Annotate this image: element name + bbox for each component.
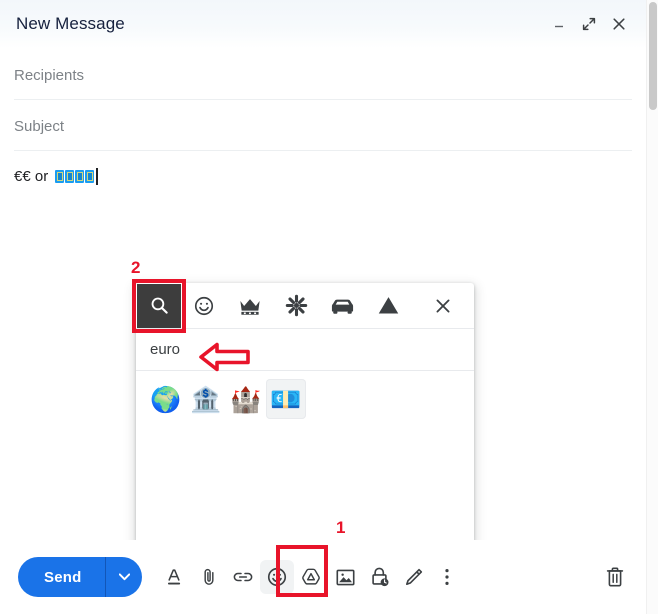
selected-glyph-block	[75, 169, 85, 183]
confidential-mode-icon[interactable]	[362, 560, 396, 594]
emoji-tab-objects[interactable]	[365, 283, 411, 329]
selected-glyph-block	[85, 169, 95, 183]
compose-bottom-toolbar: Send	[0, 540, 646, 614]
subject-divider	[14, 150, 632, 151]
selected-emoji-glyphs	[55, 169, 95, 183]
send-button-group[interactable]: Send	[18, 557, 143, 597]
emoji-result-castle[interactable]: 🏰	[226, 379, 266, 419]
emoji-result-bank[interactable]: 🏦	[186, 379, 226, 419]
text-cursor	[96, 167, 98, 185]
subject-placeholder: Subject	[14, 117, 65, 135]
recipients-field[interactable]: Recipients	[0, 58, 646, 92]
emoji-results-grid: 🌍 🏦 🏰 💶	[136, 371, 474, 541]
delete-draft-icon[interactable]	[598, 560, 632, 594]
close-button[interactable]	[606, 11, 632, 37]
insert-photo-icon[interactable]	[328, 560, 362, 594]
message-body[interactable]: €€ or	[14, 162, 614, 190]
emoji-tab-smileys[interactable]	[181, 283, 227, 329]
recipients-placeholder: Recipients	[14, 66, 85, 84]
insert-signature-icon[interactable]	[396, 560, 430, 594]
send-options-dropdown[interactable]	[106, 557, 142, 597]
selected-glyph-block	[65, 169, 75, 183]
scrollbar-thumb[interactable]	[649, 2, 657, 110]
insert-emoji-icon[interactable]	[260, 560, 295, 594]
attach-file-icon[interactable]	[192, 560, 226, 594]
body-text: €€ or	[14, 167, 53, 185]
emoji-picker-close-button[interactable]	[420, 283, 466, 329]
formatting-options-icon[interactable]	[158, 560, 192, 594]
emoji-result-euro-banknote[interactable]: 💶	[266, 379, 306, 419]
more-options-icon[interactable]	[430, 560, 464, 594]
subject-field[interactable]: Subject	[0, 110, 646, 142]
minimize-button[interactable]	[546, 11, 572, 37]
selected-glyph-block	[55, 169, 65, 183]
emoji-tab-search[interactable]	[137, 283, 181, 328]
send-button[interactable]: Send	[18, 557, 105, 597]
emoji-search-input[interactable]	[150, 341, 460, 358]
insert-drive-file-icon[interactable]	[294, 560, 328, 594]
compose-window-header: New Message	[0, 0, 646, 48]
expand-button[interactable]	[576, 11, 602, 37]
insert-link-icon[interactable]	[226, 560, 260, 594]
emoji-search-row[interactable]	[136, 329, 474, 371]
recipients-divider	[14, 99, 632, 100]
vertical-scrollbar[interactable]	[646, 0, 658, 614]
emoji-result-globe-showing-europe-africa[interactable]: 🌍	[146, 379, 186, 419]
emoji-tab-people[interactable]	[227, 283, 273, 329]
emoji-tab-travel[interactable]	[319, 283, 365, 329]
emoji-category-tabs	[136, 283, 474, 329]
emoji-tab-nature[interactable]	[273, 283, 319, 329]
compose-window: New Message Recipients Subject €€ or eur…	[0, 0, 658, 614]
emoji-picker-panel: 🌍🏦🏰💶	[136, 283, 474, 543]
annotation-number-2: 2	[131, 258, 141, 277]
page-title: New Message	[16, 14, 125, 33]
